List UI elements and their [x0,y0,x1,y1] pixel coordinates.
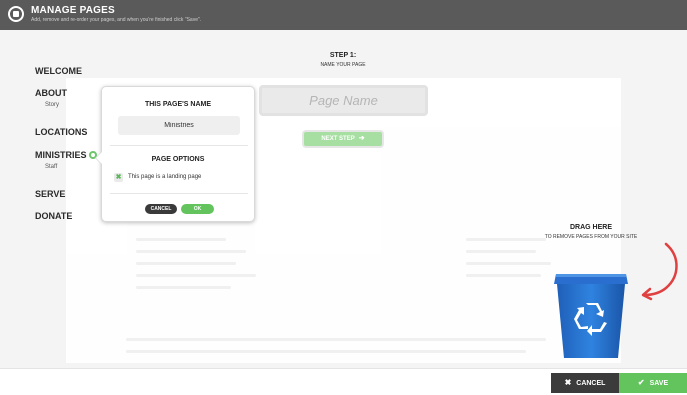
popup-cancel-button[interactable]: CANCEL [145,204,177,214]
nav-item-serve[interactable]: SERVE [35,189,65,199]
drag-here-subtitle: TO REMOVE PAGES FROM YOUR SITE [544,234,638,240]
next-step-label: NEXT STEP [321,136,355,142]
nav-item-about[interactable]: ABOUT [35,88,67,98]
landing-page-label: This page is a landing page [128,174,202,180]
page-options-popup: THIS PAGE'S NAME PAGE OPTIONS ✖ This pag… [95,86,255,222]
logo-icon [8,6,24,22]
save-label: SAVE [649,380,669,387]
page-subtitle: Add, remove and re-order your pages, and… [31,17,202,23]
page-name-field[interactable] [118,116,240,135]
cancel-label: CANCEL [576,380,606,387]
nav-item-locations[interactable]: LOCATIONS [35,127,87,137]
close-icon: ✖ [564,378,572,387]
drag-here-title: DRAG HERE [569,224,613,231]
arrow-right-icon: ➔ [358,135,365,142]
next-step-button[interactable]: NEXT STEP ➔ [302,130,384,148]
divider [110,193,248,194]
landing-page-checkbox[interactable]: ✖ [114,173,123,182]
nav-subitem-story[interactable]: Story [45,102,59,108]
curved-arrow-icon [641,242,678,301]
save-button[interactable]: ✔ SAVE [619,373,687,393]
page-options-heading: PAGE OPTIONS [151,156,205,163]
step-title: STEP 1: [329,52,357,59]
nav-item-welcome[interactable]: WELCOME [35,66,82,76]
page-title: MANAGE PAGES [31,5,115,16]
footer-bar: ✖ CANCEL ✔ SAVE [0,368,687,395]
page-name-input[interactable] [259,85,428,116]
divider [110,145,248,146]
popup-ok-button[interactable]: OK [181,204,214,214]
nav-item-ministries[interactable]: MINISTRIES [35,150,87,160]
cancel-button[interactable]: ✖ CANCEL [551,373,619,393]
app-header: MANAGE PAGES Add, remove and re-order yo… [0,0,687,30]
page-name-heading: THIS PAGE'S NAME [144,101,212,108]
checkmark-icon: ✔ [637,378,645,387]
recycle-bin-icon[interactable] [552,270,630,360]
nav-item-donate[interactable]: DONATE [35,211,72,221]
nav-subitem-staff[interactable]: Staff [45,164,57,170]
step-subtitle: NAME YOUR PAGE [320,62,366,68]
